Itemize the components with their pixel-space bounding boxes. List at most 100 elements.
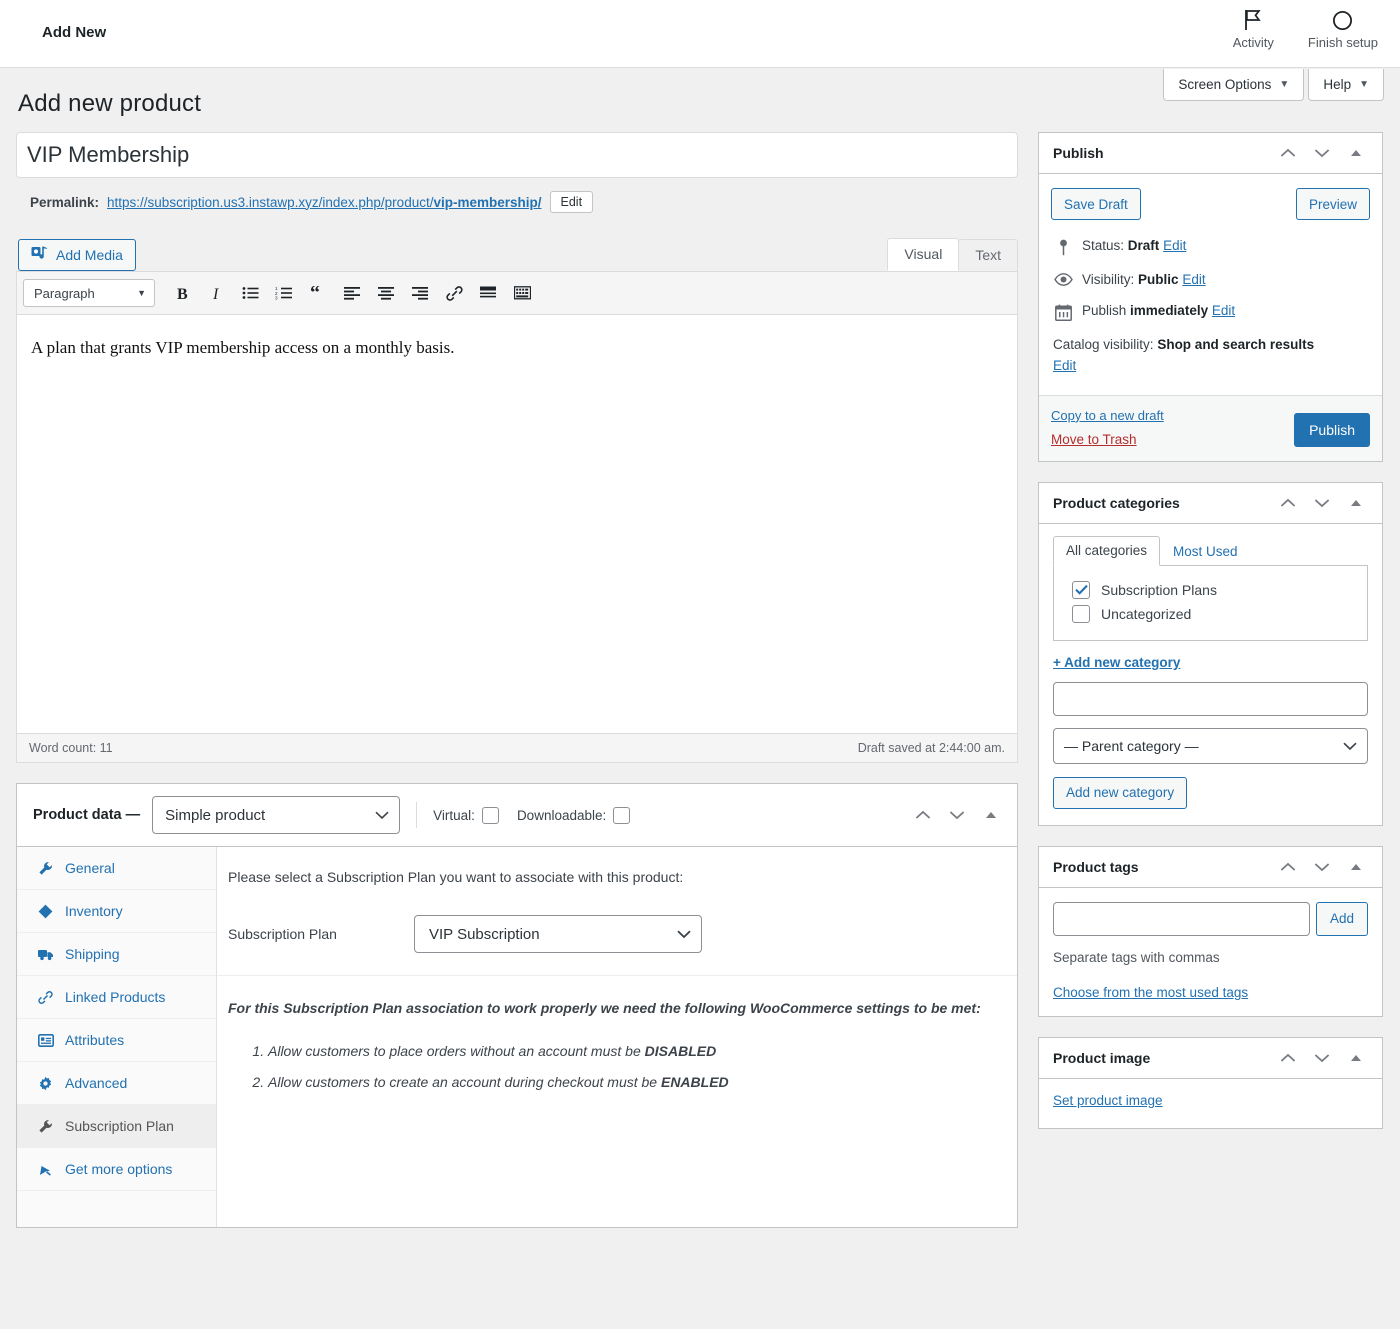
toolbar-toggle-icon[interactable] <box>507 279 537 307</box>
product-tags-box: Product tags <box>1038 846 1383 1017</box>
bulleted-list-icon[interactable] <box>235 279 265 307</box>
category-label: Uncategorized <box>1101 606 1191 622</box>
note-item: Allow customers to create an account dur… <box>268 1067 997 1098</box>
tags-handle-actions <box>1278 857 1370 877</box>
tag-input[interactable] <box>1053 902 1310 936</box>
set-product-image-link[interactable]: Set product image <box>1053 1093 1163 1108</box>
move-up-icon[interactable] <box>1278 857 1298 877</box>
parent-category-select[interactable]: — Parent category — <box>1053 728 1368 764</box>
product-tab-general[interactable]: General <box>17 847 216 890</box>
category-item-uncategorized[interactable]: Uncategorized <box>1066 602 1355 626</box>
add-new-category-button[interactable]: Add new category <box>1053 777 1187 809</box>
move-down-icon[interactable] <box>1312 143 1332 163</box>
italic-icon[interactable]: I <box>201 279 231 307</box>
edit-catalog-visibility-link[interactable]: Edit <box>1053 358 1076 373</box>
product-tab-shipping[interactable]: Shipping <box>17 933 216 976</box>
align-left-icon[interactable] <box>337 279 367 307</box>
side-column: Publish Save D <box>1038 132 1383 1149</box>
subscription-plan-select[interactable]: VIP Subscription <box>414 915 702 953</box>
chevron-down-icon: ▼ <box>1359 79 1369 90</box>
virtual-label: Virtual: <box>433 808 475 823</box>
add-new-category-link[interactable]: + Add new category <box>1053 655 1368 670</box>
category-checkbox[interactable] <box>1072 605 1090 623</box>
catalog-visibility-label: Catalog visibility: <box>1053 337 1154 352</box>
activity-button[interactable]: Activity <box>1233 8 1274 50</box>
categories-list: Subscription Plans Uncategorized <box>1053 566 1368 641</box>
product-tab-inventory[interactable]: Inventory <box>17 890 216 933</box>
editor-status-bar: Word count: 11 Draft saved at 2:44:00 am… <box>17 733 1017 762</box>
product-image-box: Product image Set product i <box>1038 1037 1383 1129</box>
product-tab-attributes[interactable]: Attributes <box>17 1019 216 1062</box>
most-used-tags-link[interactable]: Choose from the most used tags <box>1053 985 1368 1000</box>
edit-visibility-link[interactable]: Edit <box>1182 272 1205 287</box>
save-draft-button[interactable]: Save Draft <box>1051 188 1141 220</box>
note-item: Allow customers to place orders without … <box>268 1036 997 1067</box>
preview-button[interactable]: Preview <box>1296 188 1370 220</box>
toggle-panel-icon[interactable] <box>1346 1048 1366 1068</box>
editor-content-area[interactable]: A plan that grants VIP membership access… <box>17 315 1017 733</box>
tab-most-used[interactable]: Most Used <box>1160 537 1251 566</box>
subscription-plan-panel: Please select a Subscription Plan you wa… <box>217 847 1017 1227</box>
product-type-select[interactable]: Simple product <box>152 796 400 834</box>
category-item-subscription-plans[interactable]: Subscription Plans <box>1066 578 1355 602</box>
product-tab-label: Linked Products <box>65 989 165 1005</box>
move-up-icon[interactable] <box>1278 1048 1298 1068</box>
align-center-icon[interactable] <box>371 279 401 307</box>
move-down-icon[interactable] <box>1312 857 1332 877</box>
toggle-panel-icon[interactable] <box>1346 493 1366 513</box>
add-media-button[interactable]: Add Media <box>18 239 136 271</box>
calendar-icon <box>1053 303 1073 321</box>
circle-icon <box>1332 8 1353 32</box>
help-button[interactable]: Help ▼ <box>1308 69 1384 101</box>
product-data-handle-actions <box>913 805 1005 825</box>
product-tab-get-more-options[interactable]: Get more options <box>17 1148 216 1191</box>
downloadable-checkbox[interactable] <box>613 807 630 824</box>
status-value: Draft <box>1128 238 1160 253</box>
product-title-input[interactable] <box>16 132 1018 178</box>
page-wrap: Add new product Permalink: https://subsc… <box>0 90 1400 1248</box>
tab-all-categories[interactable]: All categories <box>1053 536 1160 566</box>
move-up-icon[interactable] <box>913 805 933 825</box>
align-right-icon[interactable] <box>405 279 435 307</box>
move-down-icon[interactable] <box>1312 1048 1332 1068</box>
divider <box>416 802 417 828</box>
tags-box-header: Product tags <box>1039 847 1382 888</box>
edit-permalink-button[interactable]: Edit <box>550 191 594 213</box>
editor-box: Paragraph ▼ B I <box>16 271 1018 763</box>
tab-visual[interactable]: Visual <box>887 238 959 271</box>
product-tab-subscription-plan[interactable]: Subscription Plan <box>17 1105 216 1148</box>
toggle-panel-icon[interactable] <box>1346 143 1366 163</box>
permalink-url[interactable]: https://subscription.us3.instawp.xyz/ind… <box>107 195 541 210</box>
move-down-icon[interactable] <box>1312 493 1332 513</box>
finish-setup-button[interactable]: Finish setup <box>1308 8 1378 50</box>
toggle-panel-icon[interactable] <box>1346 857 1366 877</box>
product-tab-linked-products[interactable]: Linked Products <box>17 976 216 1019</box>
edit-publish-date-link[interactable]: Edit <box>1212 303 1235 318</box>
blockquote-icon[interactable]: “ <box>303 279 333 307</box>
subscription-plan-value: VIP Subscription <box>429 926 540 943</box>
add-tag-button[interactable]: Add <box>1316 902 1368 936</box>
numbered-list-icon[interactable]: 1 2 3 <box>269 279 299 307</box>
copy-to-new-draft-link[interactable]: Copy to a new draft <box>1051 408 1164 423</box>
move-up-icon[interactable] <box>1278 143 1298 163</box>
tab-text[interactable]: Text <box>958 239 1018 271</box>
new-category-name-input[interactable] <box>1053 682 1368 716</box>
category-checkbox[interactable] <box>1072 581 1090 599</box>
image-handle-actions <box>1278 1048 1370 1068</box>
move-down-icon[interactable] <box>947 805 967 825</box>
read-more-icon[interactable] <box>473 279 503 307</box>
link-icon[interactable] <box>439 279 469 307</box>
virtual-checkbox[interactable] <box>482 807 499 824</box>
screen-options-button[interactable]: Screen Options ▼ <box>1163 69 1304 101</box>
move-up-icon[interactable] <box>1278 493 1298 513</box>
paragraph-format-select[interactable]: Paragraph ▼ <box>23 279 155 307</box>
content-editor: Add Media Visual Text Paragraph ▼ <box>16 231 1018 763</box>
toggle-panel-icon[interactable] <box>981 805 1001 825</box>
product-data-header: Product data — Simple product Virtual: D… <box>17 784 1017 847</box>
move-to-trash-link[interactable]: Move to Trash <box>1051 432 1164 447</box>
edit-status-link[interactable]: Edit <box>1163 238 1186 253</box>
permalink-slug: vip-membership/ <box>433 195 541 210</box>
publish-button[interactable]: Publish <box>1294 413 1370 447</box>
product-tab-advanced[interactable]: Advanced <box>17 1062 216 1105</box>
bold-icon[interactable]: B <box>167 279 197 307</box>
